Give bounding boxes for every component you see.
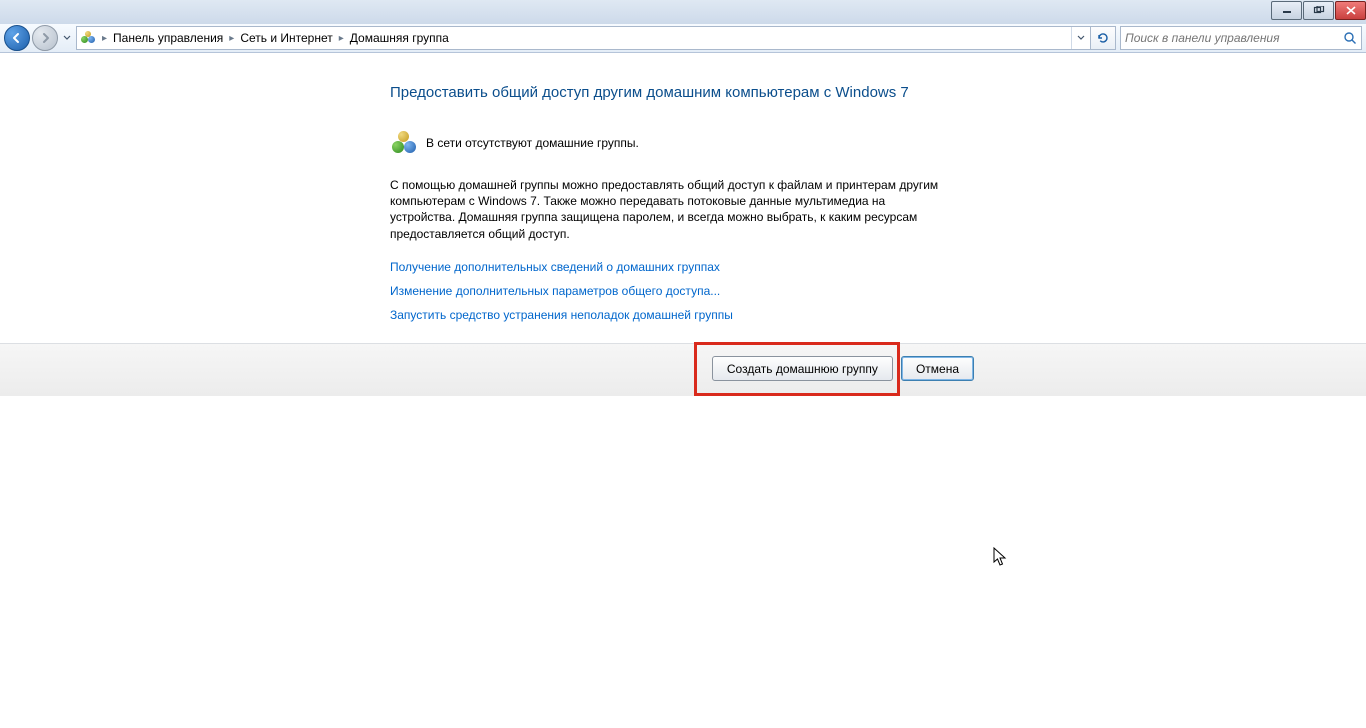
maximize-button[interactable] (1303, 1, 1334, 20)
content-area: Предоставить общий доступ другим домашни… (0, 52, 1366, 332)
address-bar[interactable]: ▸ Панель управления ▸ Сеть и Интернет ▸ … (76, 26, 1091, 50)
cancel-button[interactable]: Отмена (901, 356, 974, 381)
recent-pages-dropdown[interactable] (60, 27, 74, 49)
search-input[interactable] (1121, 27, 1339, 49)
breadcrumb-item[interactable]: Домашняя группа (348, 31, 451, 45)
chevron-down-icon (63, 35, 71, 41)
refresh-icon (1096, 31, 1110, 45)
command-bar: Создать домашнюю группу Отмена (0, 343, 1366, 396)
description-text: С помощью домашней группы можно предоста… (390, 177, 950, 242)
learn-more-link[interactable]: Получение дополнительных сведений о дома… (390, 260, 970, 274)
create-homegroup-button[interactable]: Создать домашнюю группу (712, 356, 893, 381)
cursor-icon (993, 547, 1009, 569)
close-button[interactable] (1335, 1, 1366, 20)
advanced-sharing-link[interactable]: Изменение дополнительных параметров обще… (390, 284, 970, 298)
breadcrumb-item[interactable]: Сеть и Интернет (238, 31, 334, 45)
breadcrumb-item[interactable]: Панель управления (111, 31, 225, 45)
address-bar-dropdown[interactable] (1071, 27, 1090, 49)
window-glass-strip (0, 0, 1366, 25)
back-button[interactable] (4, 25, 30, 51)
refresh-button[interactable] (1091, 26, 1116, 50)
breadcrumb-separator: ▸ (335, 33, 348, 44)
arrow-right-icon (39, 32, 51, 44)
homegroup-icon (390, 129, 418, 157)
page-title: Предоставить общий доступ другим домашни… (390, 84, 970, 101)
search-icon (1339, 31, 1361, 45)
breadcrumb-separator: ▸ (98, 33, 111, 44)
status-row: В сети отсутствуют домашние группы. (390, 129, 970, 157)
homegroup-panel: Предоставить общий доступ другим домашни… (390, 84, 970, 322)
minimize-button[interactable] (1271, 1, 1302, 20)
window-caption-buttons (1270, 0, 1366, 20)
chevron-down-icon (1077, 35, 1085, 41)
homegroup-icon (80, 30, 96, 46)
breadcrumb-separator: ▸ (225, 33, 238, 44)
arrow-left-icon (11, 32, 23, 44)
navigation-toolbar: ▸ Панель управления ▸ Сеть и Интернет ▸ … (0, 24, 1366, 53)
status-text: В сети отсутствуют домашние группы. (426, 136, 639, 150)
search-box[interactable] (1120, 26, 1362, 50)
troubleshooter-link[interactable]: Запустить средство устранения неполадок … (390, 308, 970, 322)
forward-button[interactable] (32, 25, 58, 51)
